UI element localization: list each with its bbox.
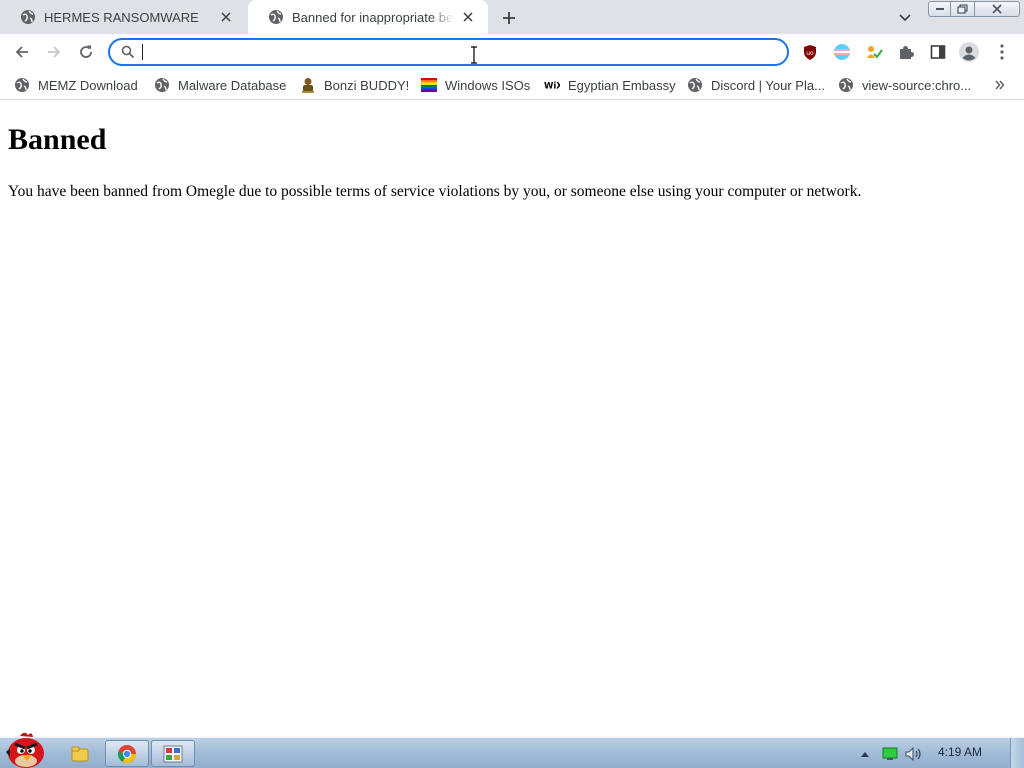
bookmark-windows-isos[interactable]: Windows ISOs	[421, 76, 530, 94]
bookmarks-bar: MEMZ Download Malware Database Bonzi BUD…	[0, 70, 1024, 100]
tab-banned[interactable]: Banned for inappropriate behavior	[248, 0, 488, 34]
restore-icon	[957, 4, 968, 14]
explorer-icon	[71, 746, 89, 761]
start-button[interactable]	[2, 730, 50, 768]
bonzi-icon	[300, 77, 316, 93]
bookmark-label: Discord | Your Pla...	[711, 77, 825, 93]
chevron-down-icon	[899, 14, 911, 22]
bookmark-label: Bonzi BUDDY!	[324, 77, 410, 93]
close-icon	[992, 4, 1002, 14]
bookmark-label: Malware Database	[178, 77, 287, 93]
globe-icon	[269, 10, 283, 24]
globe-icon	[154, 77, 170, 93]
svg-text:uo: uo	[806, 50, 814, 57]
puzzle-icon[interactable]	[896, 42, 916, 62]
menu-icon[interactable]	[992, 42, 1012, 62]
back-button[interactable]	[11, 41, 33, 63]
bookmark-view-source[interactable]: view-source:chro...	[838, 76, 971, 94]
wix-icon: WiX	[544, 77, 560, 93]
app-icon	[163, 745, 183, 762]
bookmark-egyptian-embassy[interactable]: WiX Egyptian Embassy	[544, 76, 676, 94]
clock[interactable]: 4:19 AM	[938, 745, 982, 759]
ibeam-cursor-icon	[471, 46, 477, 64]
rainbow-flag-icon	[421, 77, 437, 93]
flag-extension-icon[interactable]	[832, 42, 852, 62]
arrow-right-icon	[48, 46, 61, 58]
tab-title: HERMES RANSOMWARE	[44, 9, 199, 25]
reload-button[interactable]	[75, 41, 97, 63]
taskbar-app[interactable]	[151, 740, 195, 767]
close-tab-icon[interactable]	[218, 9, 234, 25]
svg-text:WiX: WiX	[544, 82, 560, 91]
globe-icon	[687, 77, 703, 93]
tab-search-button[interactable]	[896, 9, 914, 27]
minimize-icon	[935, 8, 944, 10]
new-tab-button[interactable]	[498, 7, 520, 29]
forward-button[interactable]	[43, 41, 65, 63]
speaker-icon	[905, 746, 921, 761]
extension-check-icon[interactable]	[864, 42, 884, 62]
tab-hermes-ransomware[interactable]: HERMES RANSOMWARE	[0, 0, 246, 34]
globe-icon	[838, 77, 854, 93]
network-tray[interactable]	[880, 738, 900, 768]
restore-button[interactable]	[951, 1, 975, 17]
angry-bird-start-icon	[6, 732, 44, 768]
bookmark-label: view-source:chro...	[862, 77, 972, 93]
taskbar: 4:19 AM	[0, 732, 1024, 768]
side-panel-icon[interactable]	[928, 42, 948, 62]
ban-message: You have been banned from Omegle due to …	[8, 183, 862, 200]
text-caret	[142, 44, 143, 60]
bookmark-malware-database[interactable]: Malware Database	[154, 76, 286, 94]
address-bar[interactable]	[108, 38, 789, 66]
plus-icon	[503, 12, 515, 24]
tray-arrow-up-icon	[861, 751, 869, 757]
profile-icon[interactable]	[959, 42, 979, 62]
globe-icon	[21, 10, 35, 24]
more-bookmarks-icon[interactable]	[995, 80, 1005, 90]
taskbar-chrome[interactable]	[105, 740, 149, 767]
reload-icon	[80, 45, 92, 58]
taskbar-explorer[interactable]	[58, 740, 102, 767]
tab-strip: HERMES RANSOMWARE Banned for inappropria…	[0, 0, 1024, 34]
bookmark-label: Windows ISOs	[445, 77, 531, 93]
show-hidden-icons-button[interactable]	[858, 738, 872, 768]
close-tab-icon[interactable]	[460, 9, 476, 25]
network-icon	[882, 747, 898, 760]
globe-icon	[14, 77, 30, 93]
search-icon	[121, 45, 135, 59]
minimize-button[interactable]	[928, 1, 951, 17]
page-content: Banned You have been banned from Omegle …	[0, 101, 1024, 737]
ublock-icon[interactable]: uo	[800, 42, 820, 62]
page-heading: Banned	[8, 123, 107, 156]
chrome-icon	[117, 744, 136, 763]
address-input[interactable]	[142, 42, 772, 62]
bookmark-discord[interactable]: Discord | Your Pla...	[687, 76, 825, 94]
arrow-left-icon	[15, 46, 28, 58]
bookmark-label: Egyptian Embassy	[568, 77, 676, 93]
show-desktop-button[interactable]	[1010, 738, 1024, 768]
bookmark-bonzi-buddy[interactable]: Bonzi BUDDY!	[300, 76, 409, 94]
close-window-button[interactable]	[975, 1, 1020, 17]
volume-tray[interactable]	[904, 738, 924, 768]
bookmark-label: MEMZ Download	[38, 77, 138, 93]
tab-title: Banned for inappropriate behavior	[292, 9, 454, 25]
bookmark-memz-download[interactable]: MEMZ Download	[14, 76, 138, 94]
browser-toolbar: uo	[0, 34, 1024, 70]
